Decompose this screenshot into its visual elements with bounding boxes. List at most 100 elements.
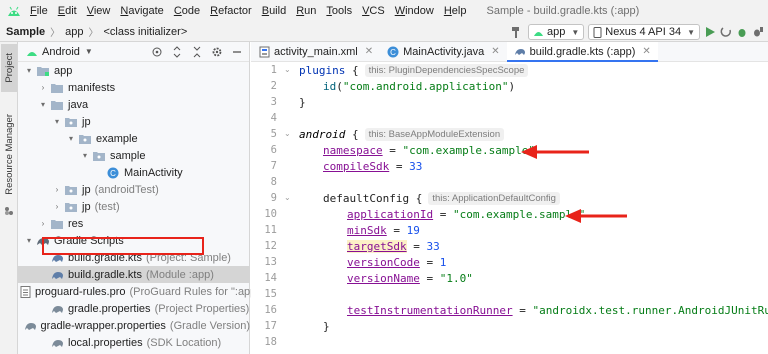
tree-item[interactable]: › res [18, 215, 250, 232]
tree-item-label: sample [110, 149, 146, 162]
tree-item[interactable]: ▾ example [18, 130, 250, 147]
tab-build-gradle-kts-app[interactable]: build.gradle.kts (:app) ✕ [506, 42, 658, 62]
tab-main-activity-java[interactable]: C MainActivity.java ✕ [380, 42, 507, 61]
menu-help[interactable]: Help [444, 5, 467, 17]
run-icon[interactable] [704, 24, 716, 40]
code-token: ( [336, 79, 343, 93]
breadcrumb-module[interactable]: app [65, 26, 83, 38]
menu-build[interactable]: Build [262, 5, 286, 17]
tree-item[interactable]: C MainActivity [18, 164, 250, 181]
code-token: = [512, 303, 533, 317]
folder-icon [50, 99, 64, 111]
close-icon[interactable]: ✕ [642, 46, 650, 57]
menu-run[interactable]: Run [296, 5, 316, 17]
tab-label: activity_main.xml [274, 45, 358, 58]
tree-item[interactable]: gradle-wrapper.properties (Gradle Version… [18, 317, 250, 334]
editor-tab-bar: activity_main.xml ✕ C MainActivity.java … [251, 42, 768, 62]
tree-item-label: jp [82, 115, 91, 128]
collapse-all-icon[interactable] [189, 45, 205, 59]
menu-file[interactable]: File [30, 5, 48, 17]
chevron-down-icon[interactable]: ▾ [38, 100, 48, 109]
run-configuration-label: app [546, 26, 566, 38]
menu-edit[interactable]: Edit [58, 5, 77, 17]
tree-item-label: MainActivity [124, 166, 183, 179]
tree-item[interactable]: ▾ sample [18, 147, 250, 164]
tree-item[interactable]: › jp (androidTest) [18, 181, 250, 198]
chevron-down-icon[interactable]: ▾ [24, 236, 34, 245]
gear-icon[interactable] [209, 45, 225, 59]
tree-item-label: build.gradle.kts [68, 268, 142, 281]
menu-view[interactable]: View [87, 5, 111, 17]
project-view-label: Android [42, 45, 80, 58]
breadcrumb-project[interactable]: Sample [6, 26, 45, 38]
line-number: 12 [264, 240, 277, 252]
close-icon[interactable]: ✕ [491, 46, 499, 57]
tool-tab-resource-manager[interactable]: Resource Manager [1, 104, 17, 204]
project-view-select[interactable]: Android ▼ [26, 46, 93, 58]
module-folder-icon [36, 65, 50, 77]
hammer-icon[interactable] [510, 24, 524, 40]
code-token: = [433, 207, 453, 221]
breadcrumb-member[interactable]: <class initializer> [104, 26, 188, 38]
tree-item[interactable]: gradle.properties (Project Properties) [18, 300, 250, 317]
menu-bar: File Edit View Navigate Code Refactor Bu… [0, 0, 768, 22]
code-token: { [345, 127, 359, 141]
debug-icon[interactable] [736, 24, 748, 40]
attach-debugger-icon[interactable] [752, 24, 764, 40]
chevron-right-icon[interactable]: › [52, 185, 62, 194]
android-icon [27, 51, 37, 56]
device-select[interactable]: Nexus 4 API 34 ▼ [588, 24, 700, 40]
chevron-right-icon[interactable]: › [52, 202, 62, 211]
chevron-right-icon[interactable]: › [38, 219, 48, 228]
tree-item[interactable]: ▾ java [18, 96, 250, 113]
package-icon [64, 116, 78, 128]
menu-vcs[interactable]: VCS [362, 5, 385, 17]
resource-manager-icon[interactable] [1, 204, 17, 218]
code-token: minSdk [347, 223, 387, 237]
tree-item-hint: (Project Properties) [154, 302, 250, 315]
menu-window[interactable]: Window [395, 5, 434, 17]
line-number: 1 [270, 64, 277, 76]
fold-marker-icon[interactable]: ⌄ [284, 193, 291, 202]
chevron-down-icon[interactable]: ▾ [24, 66, 34, 75]
chevron-down-icon: ▼ [84, 47, 93, 56]
menu-tools[interactable]: Tools [326, 5, 352, 17]
chevron-down-icon[interactable]: ▾ [80, 151, 90, 160]
expand-all-icon[interactable] [169, 45, 185, 59]
fold-marker-icon[interactable]: ⌄ [284, 129, 291, 138]
tree-item[interactable]: › jp (test) [18, 198, 250, 215]
tree-item[interactable]: proguard-rules.pro (ProGuard Rules for ":… [18, 283, 264, 300]
gradle-file-icon [50, 269, 64, 281]
tree-item-hint: (Module :app) [146, 268, 214, 281]
tree-item[interactable]: › manifests [18, 79, 250, 96]
code-area[interactable]: plugins {this: PluginDependenciesSpecSco… [299, 62, 768, 354]
close-icon[interactable]: ✕ [365, 46, 373, 57]
tab-activity-main-xml[interactable]: activity_main.xml ✕ [251, 42, 380, 61]
properties-icon [24, 320, 37, 332]
inlay-hint: this: PluginDependenciesSpecScope [364, 63, 529, 77]
chevron-down-icon[interactable]: ▾ [52, 117, 62, 126]
code-token: 33 [426, 239, 440, 253]
locate-file-icon[interactable] [149, 45, 165, 59]
menu-navigate[interactable]: Navigate [120, 5, 163, 17]
tree-item-label: jp [82, 183, 91, 196]
tree-item[interactable]: local.properties (SDK Location) [18, 334, 250, 351]
fold-marker-icon[interactable]: ⌄ [284, 65, 291, 74]
chevron-down-icon[interactable]: ▾ [66, 134, 76, 143]
run-configuration-select[interactable]: app ▼ [527, 24, 585, 40]
menu-code[interactable]: Code [174, 5, 200, 17]
chevron-right-icon[interactable]: › [38, 83, 48, 92]
hide-panel-icon[interactable] [229, 45, 245, 59]
tool-tab-project[interactable]: Project [1, 44, 17, 92]
code-line: versionName = "1.0" [347, 270, 473, 286]
menu-refactor[interactable]: Refactor [210, 5, 252, 17]
restart-icon[interactable] [720, 24, 732, 40]
tree-item[interactable]: ▾ jp [18, 113, 250, 130]
tree-item[interactable]: ▾ app [18, 62, 250, 79]
tree-item-label: app [54, 64, 73, 77]
tree-item-label: jp [82, 200, 91, 213]
inlay-hint: this: BaseAppModuleExtension [364, 127, 505, 141]
tree-item[interactable]: build.gradle.kts (Module :app) [18, 266, 250, 283]
code-token: targetSdk [347, 239, 407, 253]
line-number: 8 [270, 176, 277, 188]
